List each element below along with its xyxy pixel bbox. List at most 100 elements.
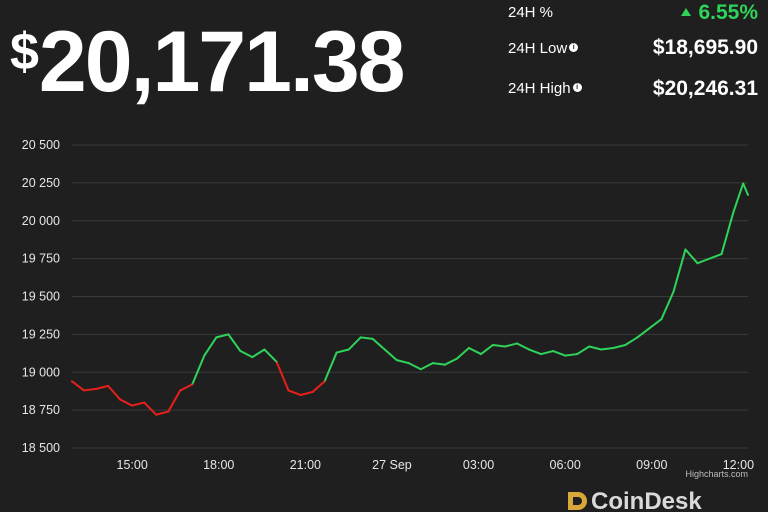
data-point: [155, 413, 158, 416]
price-line-segment: [696, 257, 711, 265]
price-line-segment: [564, 353, 579, 357]
price-line-segment: [359, 336, 374, 340]
data-point: [383, 348, 386, 351]
data-point: [612, 347, 615, 349]
highcharts-credit[interactable]: Highcharts.com: [685, 469, 748, 479]
data-point: [203, 354, 206, 357]
price-line-segment: [131, 401, 146, 407]
y-tick-label: 19 750: [22, 252, 60, 266]
data-point: [468, 347, 470, 349]
price-line: [71, 182, 749, 416]
data-point: [456, 357, 458, 360]
x-axis-labels: 15:00 18:00 21:00 27 Sep 03:00 06:00 09:00 12:0…: [117, 458, 755, 472]
info-icon[interactable]: i: [569, 43, 579, 52]
stat-24h-high-value: $20,246.31: [652, 77, 758, 100]
price-line-segment: [83, 387, 98, 392]
y-tick-label: 19 000: [22, 365, 60, 379]
price-line-segment: [624, 336, 639, 346]
data-point: [636, 336, 639, 339]
price-line-segment: [516, 342, 531, 351]
x-tick-label: 27 Sep: [372, 458, 412, 472]
price-line-segment: [491, 343, 507, 348]
data-point: [708, 257, 711, 260]
price-line-segment: [732, 182, 745, 213]
x-tick-label: 06:00: [550, 458, 581, 472]
data-point: [107, 384, 109, 387]
data-point: [371, 338, 374, 340]
y-tick-label: 18 750: [22, 403, 60, 417]
logo-text: CoinDesk: [591, 488, 702, 512]
price-currency: $: [10, 23, 39, 81]
data-point: [191, 383, 194, 386]
stat-label: 24H Low i: [508, 40, 579, 57]
data-point: [299, 394, 302, 396]
data-point: [395, 359, 398, 362]
price-line-segment: [203, 336, 218, 357]
x-tick-label: 18:00: [203, 458, 234, 472]
data-point: [443, 363, 446, 366]
data-point: [660, 318, 663, 321]
price-line-segment: [119, 398, 134, 407]
data-point: [83, 389, 85, 392]
data-point: [71, 380, 73, 383]
info-icon[interactable]: i: [572, 83, 582, 92]
data-point: [600, 348, 603, 351]
price-line-segment: [419, 362, 434, 371]
data-point: [239, 350, 242, 352]
stat-24h-high: 24H High i $20,246.31: [508, 77, 758, 120]
data-point: [179, 389, 182, 392]
coindesk-logo: CoinDesk: [566, 488, 702, 512]
coindesk-logo-icon: [568, 492, 587, 510]
price-line-segment: [179, 383, 194, 392]
stat-24h-low: 24H Low i $18,695.90: [508, 36, 758, 78]
price-line-segment: [71, 380, 86, 392]
x-tick-label: 09:00: [636, 458, 667, 472]
data-point: [275, 360, 278, 363]
price-line-segment: [576, 345, 591, 356]
price-line-segment: [371, 337, 386, 351]
stat-label: 24H %: [508, 4, 553, 21]
x-tick-label: 03:00: [463, 458, 494, 472]
price-line-segment: [299, 390, 314, 396]
price-line-segment: [95, 384, 110, 390]
price-line-segment: [287, 389, 302, 396]
data-point: [323, 380, 326, 383]
data-point: [347, 348, 350, 351]
price-line-segment: [708, 253, 723, 260]
y-tick-label: 20 000: [22, 214, 60, 228]
price-line-segment: [155, 410, 170, 416]
price-line-segment: [636, 327, 651, 339]
price-line-segment: [672, 248, 687, 293]
price-chart: 20 500 20 250 20 000 19 750 19 500 19 250 19 0…: [22, 138, 755, 479]
price-line-segment: [504, 342, 519, 348]
data-point: [552, 350, 555, 352]
price-line-segment: [107, 384, 122, 401]
data-point: [672, 291, 675, 293]
data-point: [95, 388, 97, 390]
data-point: [287, 389, 290, 392]
y-tick-label: 19 500: [22, 290, 60, 304]
data-point: [167, 410, 170, 413]
data-point: [720, 253, 723, 255]
data-point: [696, 262, 699, 265]
data-point: [131, 404, 134, 407]
data-point: [335, 351, 338, 354]
y-tick-label: 19 250: [22, 327, 60, 341]
current-price: $20,171.38: [10, 2, 406, 112]
price-line-segment: [528, 348, 543, 356]
data-point: [564, 354, 567, 357]
price-line-segment: [720, 210, 735, 256]
stat-24h-percent: 24H % 6.55%: [508, 0, 758, 40]
stat-24h-percent-label: 24H %: [508, 4, 554, 21]
price-line-segment: [323, 351, 338, 383]
price-line-segment: [552, 350, 567, 357]
price-line-segment: [540, 350, 555, 356]
price-value: 20,171.38: [38, 14, 406, 110]
data-point: [215, 336, 218, 339]
data-point: [742, 182, 745, 185]
data-point: [747, 193, 749, 196]
price-line-segment: [431, 362, 446, 366]
x-tick-label: 15:00: [117, 458, 148, 472]
data-point: [504, 345, 506, 348]
y-tick-label: 20 250: [22, 176, 60, 190]
